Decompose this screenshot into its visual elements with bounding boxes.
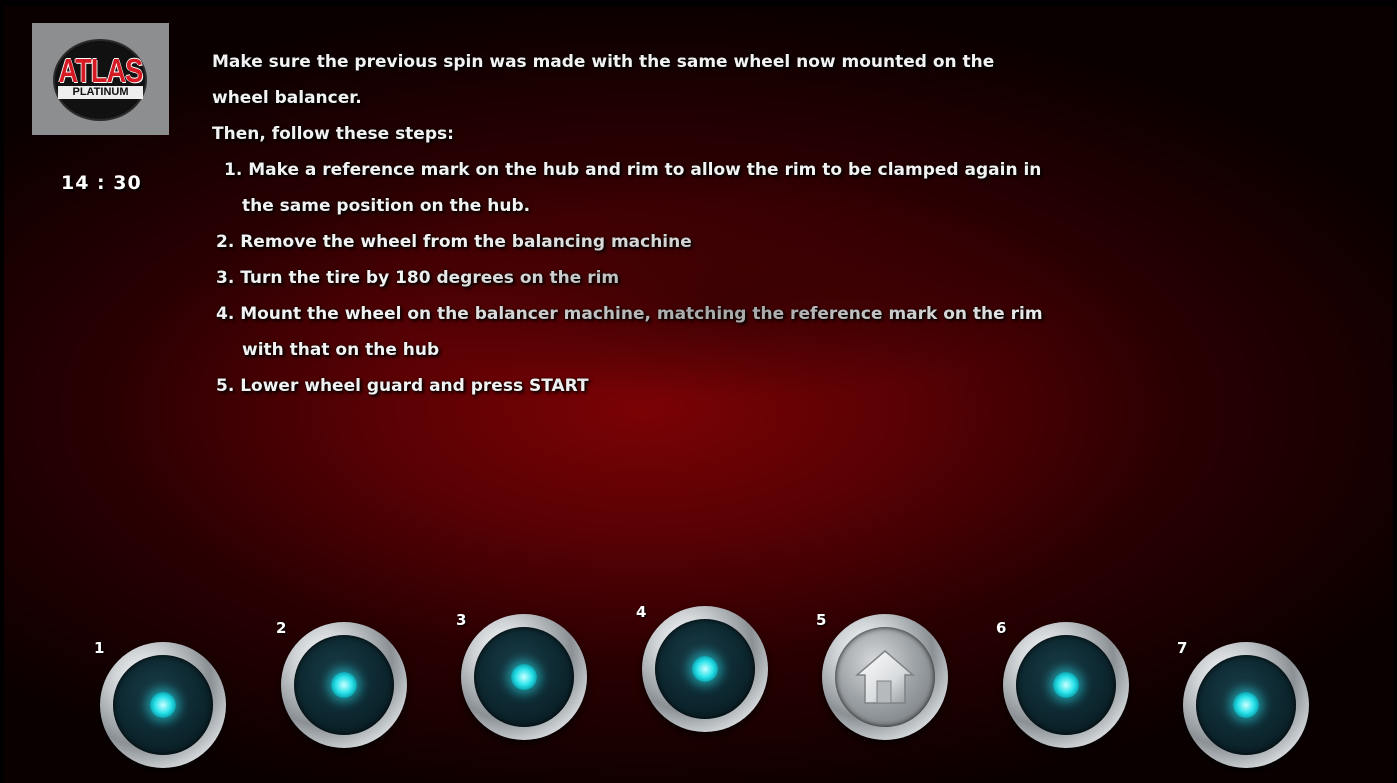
button-face	[1016, 635, 1116, 735]
logo-word: ATLAS	[58, 52, 143, 89]
indicator-light-icon	[1233, 692, 1259, 718]
instructions-panel: Make sure the previous spin was made wit…	[212, 44, 1332, 404]
function-button-1[interactable]	[100, 642, 230, 772]
function-button-3[interactable]	[461, 614, 591, 744]
logo-sub: PLATINUM	[58, 86, 143, 99]
function-button-7[interactable]	[1183, 642, 1313, 772]
button-ring	[1003, 622, 1129, 748]
indicator-light-icon	[692, 656, 718, 682]
step-2: 2. Remove the wheel from the balancing m…	[216, 232, 692, 252]
indicator-light-icon	[150, 692, 176, 718]
button-ring	[642, 606, 768, 732]
intro-line: Make sure the previous spin was made wit…	[212, 52, 995, 72]
home-icon	[854, 650, 916, 704]
step-3: 3. Turn the tire by 180 degrees on the r…	[216, 268, 620, 288]
button-ring	[281, 622, 407, 748]
button-ring	[822, 614, 948, 740]
indicator-light-icon	[331, 672, 357, 698]
button-face	[835, 627, 935, 727]
button-ring	[1183, 642, 1309, 768]
step-1: 1. Make a reference mark on the hub and …	[224, 160, 1042, 180]
button-ring	[100, 642, 226, 768]
button-face	[294, 635, 394, 735]
step-1-continued: the same position on the hub.	[242, 196, 531, 216]
atlas-platinum-logo: ATLAS PLATINUM	[32, 23, 169, 135]
function-button-6[interactable]	[1003, 622, 1133, 752]
intro-line: wheel balancer.	[212, 88, 362, 108]
function-button-4[interactable]	[642, 606, 772, 736]
step-4-continued: with that on the hub	[242, 340, 440, 360]
button-face	[474, 627, 574, 727]
step-5: 5. Lower wheel guard and press START	[216, 376, 589, 396]
button-face	[655, 619, 755, 719]
step-4: 4. Mount the wheel on the balancer machi…	[216, 304, 1043, 324]
button-face	[113, 655, 213, 755]
then-heading: Then, follow these steps:	[212, 124, 454, 144]
button-ring	[461, 614, 587, 740]
home-button[interactable]	[822, 614, 952, 744]
indicator-light-icon	[511, 664, 537, 690]
balancer-screen: ATLAS PLATINUM 14 : 30 Make sure the pre…	[4, 6, 1393, 783]
indicator-light-icon	[1053, 672, 1079, 698]
function-button-2[interactable]	[281, 622, 411, 752]
button-face	[1196, 655, 1296, 755]
clock: 14 : 30	[61, 172, 142, 194]
